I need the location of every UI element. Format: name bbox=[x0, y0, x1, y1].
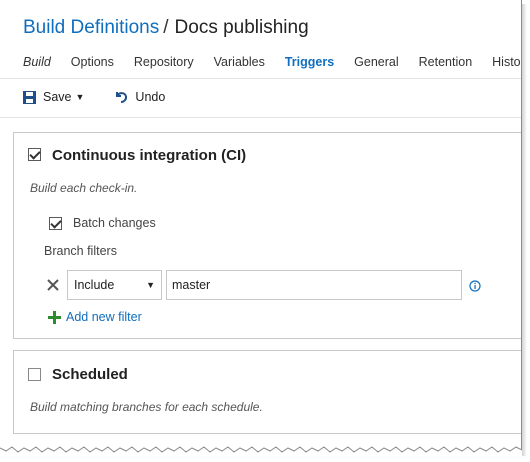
tab-bar: Build Options Repository Variables Trigg… bbox=[23, 55, 521, 69]
filter-type-select[interactable]: Include ▼ bbox=[67, 270, 162, 300]
scheduled-title: Scheduled bbox=[52, 366, 128, 383]
scheduled-trigger-panel: Scheduled Build matching branches for ea… bbox=[13, 350, 521, 434]
tab-history[interactable]: History bbox=[492, 55, 521, 69]
undo-button[interactable]: Undo bbox=[114, 90, 165, 104]
branch-filters-label: Branch filters bbox=[44, 244, 117, 258]
ci-description: Build each check-in. bbox=[30, 181, 138, 195]
breadcrumb: Build Definitions / Docs publishing bbox=[23, 17, 309, 39]
breadcrumb-separator: / bbox=[163, 17, 169, 38]
torn-edge-decoration bbox=[0, 446, 522, 456]
tab-variables[interactable]: Variables bbox=[214, 55, 265, 69]
tab-divider bbox=[0, 78, 521, 79]
window-shadow bbox=[522, 4, 527, 456]
scheduled-description: Build matching branches for each schedul… bbox=[30, 400, 263, 414]
save-button[interactable]: Save ▼ bbox=[23, 90, 84, 104]
batch-changes-checkbox[interactable] bbox=[49, 217, 62, 230]
page-title: Docs publishing bbox=[174, 17, 309, 38]
save-button-label: Save bbox=[43, 90, 72, 104]
tab-triggers[interactable]: Triggers bbox=[285, 55, 334, 69]
chevron-down-icon: ▼ bbox=[146, 280, 155, 290]
add-new-filter-button[interactable]: Add new filter bbox=[48, 310, 142, 324]
breadcrumb-build-definitions-link[interactable]: Build Definitions bbox=[23, 17, 159, 38]
branch-filter-value: master bbox=[172, 278, 211, 292]
info-icon[interactable] bbox=[469, 280, 481, 295]
chevron-down-icon: ▼ bbox=[75, 92, 85, 102]
tab-general[interactable]: General bbox=[354, 55, 398, 69]
ci-title: Continuous integration (CI) bbox=[52, 147, 247, 164]
batch-changes-label: Batch changes bbox=[73, 216, 156, 230]
tab-retention[interactable]: Retention bbox=[419, 55, 473, 69]
scheduled-checkbox[interactable] bbox=[28, 368, 41, 381]
add-new-filter-label: Add new filter bbox=[66, 310, 142, 324]
ci-trigger-panel: Continuous integration (CI) Build each c… bbox=[13, 132, 521, 339]
toolbar: Save ▼ Undo bbox=[23, 90, 165, 104]
close-icon bbox=[47, 279, 59, 291]
ci-checkbox[interactable] bbox=[28, 148, 41, 161]
tab-repository[interactable]: Repository bbox=[134, 55, 194, 69]
tab-build[interactable]: Build bbox=[23, 55, 51, 69]
undo-button-label: Undo bbox=[135, 90, 166, 104]
tab-options[interactable]: Options bbox=[71, 55, 114, 69]
app-window: Build Definitions / Docs publishing Build … bbox=[0, 0, 522, 452]
branch-filter-input[interactable]: master bbox=[166, 270, 462, 300]
floppy-disk-icon bbox=[23, 90, 36, 104]
filter-type-value: Include bbox=[74, 278, 115, 292]
remove-filter-button[interactable] bbox=[47, 279, 59, 294]
plus-icon bbox=[48, 310, 61, 324]
toolbar-divider bbox=[0, 117, 521, 118]
undo-arrow-icon bbox=[116, 92, 128, 103]
